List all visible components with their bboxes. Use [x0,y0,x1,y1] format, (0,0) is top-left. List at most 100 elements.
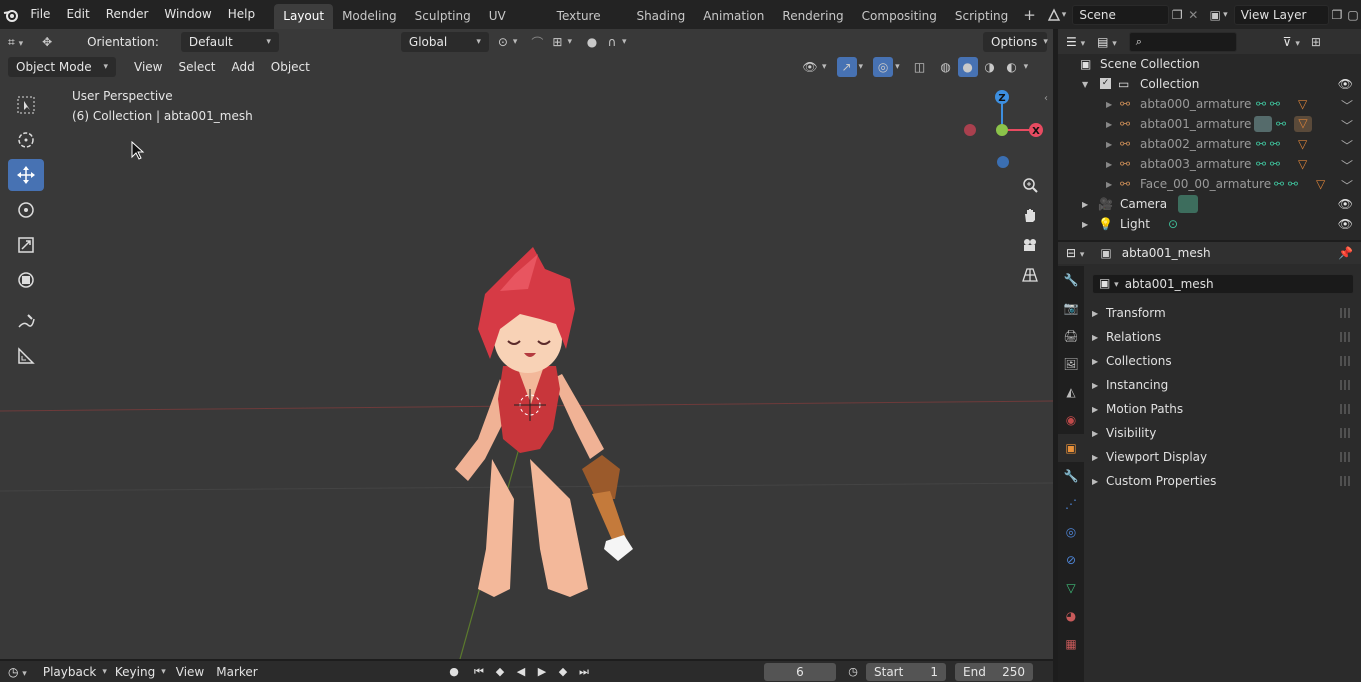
delete-view-layer-icon[interactable]: ▢ [1345,5,1361,25]
scene-name-field[interactable]: Scene [1072,4,1170,25]
rendered-shading-icon[interactable]: ◐ [1002,57,1022,77]
tab-compositing[interactable]: Compositing [853,4,946,29]
panel-motion-paths[interactable]: ▶ Motion Paths [1092,398,1354,420]
outliner-row-abta002[interactable]: ▶ ⚯ abta002_armature ⚯ ⚯ ▽ ﹀ [1058,134,1361,154]
select-box-tool[interactable] [8,89,44,121]
sidebar-toggle-icon[interactable]: ‹ [1044,93,1048,104]
drag-handle-icon[interactable] [1340,308,1352,318]
editor-type-icon[interactable]: ⌗ ▾ [0,32,29,52]
next-keyframe-icon[interactable]: ◆ [553,663,573,681]
timeline-editor-icon[interactable]: ◷ ▾ [0,662,33,682]
hide-toggle-icon[interactable]: ﹀ [1341,157,1353,174]
gizmo-toggle-icon[interactable]: ↗ [836,57,857,77]
add-workspace-icon[interactable]: + [1017,6,1042,24]
tab-sculpting[interactable]: Sculpting [406,4,480,29]
jump-start-icon[interactable]: ⏮ [469,663,489,681]
new-view-layer-icon[interactable]: ❐ [1329,5,1345,25]
play-reverse-icon[interactable]: ◀ [511,663,531,681]
tab-uv-editing[interactable]: UV Editing [480,4,548,48]
constraints-tab-icon[interactable]: ⊘ [1058,546,1084,574]
mesh-data-icon[interactable]: ▽ [1298,157,1307,171]
blender-logo-icon[interactable] [0,0,22,29]
cursor-tool-icon[interactable] [8,124,44,156]
panel-visibility[interactable]: ▶ Visibility [1092,422,1354,444]
outliner-row-abta001[interactable]: ▶ ⚯ abta001_armature ⚯ ▽ ﹀ [1058,114,1361,134]
current-frame-field[interactable]: 6 [764,662,836,681]
snap-target-icon[interactable]: ⊞ [547,32,567,52]
menu-render[interactable]: Render [98,0,157,29]
panel-instancing[interactable]: ▶ Instancing [1092,374,1354,396]
new-scene-icon[interactable]: ❐ [1169,5,1185,25]
eye-icon[interactable]: 👁 [1338,77,1353,91]
expand-arrow-icon[interactable]: ▶ [1082,220,1088,229]
menu-add[interactable]: Add [226,57,261,77]
menu-select[interactable]: Select [172,57,221,77]
outliner-row-abta003[interactable]: ▶ ⚯ abta003_armature ⚯ ⚯ ▽ ﹀ [1058,154,1361,174]
record-icon[interactable]: ● [444,663,464,681]
light-data-icon[interactable]: ⊙ [1168,217,1178,231]
falloff-icon[interactable]: ∩ [602,32,622,52]
pose-icon[interactable]: ⚯ [1276,117,1286,131]
view-layer-icon[interactable]: ▣ [1207,5,1223,25]
hide-toggle-icon[interactable]: ﹀ [1341,177,1353,194]
mesh-data-icon[interactable]: ▽ [1298,97,1307,111]
drag-handle-icon[interactable] [1340,428,1352,438]
object-tab-icon[interactable]: ▣ [1058,434,1084,462]
timeline-marker-menu[interactable]: Marker [210,665,263,679]
texture-tab-icon[interactable]: ▦ [1058,630,1084,658]
hide-toggle-icon[interactable]: ﹀ [1341,97,1353,114]
outliner-scene-collection-row[interactable]: ▣ Scene Collection [1058,54,1361,74]
output-tab-icon[interactable]: 🖨 [1058,322,1084,350]
mode-dropdown[interactable]: Object Mode ▾ [8,57,116,77]
panel-collections[interactable]: ▶ Collections [1092,350,1354,372]
world-tab-icon[interactable]: ◉ [1058,406,1084,434]
outliner-collection-row[interactable]: ▼ ✓ ▭ Collection 👁 [1058,74,1361,94]
overlays-icon[interactable]: ◎ [873,57,894,77]
expand-arrow-icon[interactable]: ▶ [1106,160,1112,169]
play-icon[interactable]: ▶ [532,663,552,681]
pivot-point-icon[interactable]: ⊙ [493,32,513,52]
annotate-tool-icon[interactable] [8,305,44,337]
expand-arrow-icon[interactable]: ▶ [1106,100,1112,109]
solid-shading-icon[interactable]: ● [957,57,978,77]
object-name-input[interactable]: ▣ ▾ abta001_mesh [1092,274,1354,294]
measure-tool-icon[interactable] [8,340,44,372]
menu-window[interactable]: Window [156,0,219,29]
ortho-grid-icon[interactable] [1016,261,1044,289]
drag-handle-icon[interactable] [1340,332,1352,342]
expand-arrow-icon[interactable]: ▼ [1082,80,1088,89]
tab-shading[interactable]: Shading [627,4,694,29]
tab-scripting[interactable]: Scripting [946,4,1017,29]
tab-texture-paint[interactable]: Texture Paint [548,4,628,48]
drag-handle-icon[interactable] [1340,380,1352,390]
pose-icon[interactable]: ⚯ ⚯ [1256,137,1280,151]
scale-tool-icon[interactable] [8,229,44,261]
xray-icon[interactable]: ◫ [910,57,930,77]
menu-help[interactable]: Help [220,0,263,29]
pan-hand-icon[interactable] [1016,201,1044,229]
drag-handle-icon[interactable] [1340,356,1352,366]
scene-tab-icon[interactable]: ◭ [1058,378,1084,406]
start-frame-field[interactable]: Start 1 [866,662,946,681]
eye-icon[interactable]: 👁 [1338,197,1353,211]
panel-custom-properties[interactable]: ▶ Custom Properties [1092,470,1354,492]
physics-tab-icon[interactable]: ◎ [1058,518,1084,546]
data-tab-icon[interactable]: ▽ [1058,574,1084,602]
expand-arrow-icon[interactable]: ▶ [1106,120,1112,129]
pose-icon[interactable]: ⚯ ⚯ [1256,97,1280,111]
outliner-editor-icon[interactable]: ☰ ▾ [1058,32,1091,52]
clock-icon[interactable]: ◷ [843,663,863,681]
expand-arrow-icon[interactable]: ▶ [1106,140,1112,149]
visibility-icon[interactable]: 👁 [800,57,820,77]
pin-icon[interactable]: 📌 [1338,246,1353,260]
camera-view-icon[interactable] [1016,231,1044,259]
menu-object[interactable]: Object [265,57,316,77]
outliner-row-light[interactable]: ▶ 💡 Light ⊙ 👁 [1058,214,1361,234]
wireframe-shading-icon[interactable]: ◍ [936,57,956,77]
expand-arrow-icon[interactable]: ▶ [1106,180,1112,189]
tab-rendering[interactable]: Rendering [773,4,852,29]
new-collection-icon[interactable]: ⊞ [1306,32,1326,52]
tab-layout[interactable]: Layout [274,4,334,29]
outliner-search-input[interactable]: ⌕ [1128,31,1237,52]
outliner-row-camera[interactable]: ▶ 🎥 Camera 👁 [1058,194,1361,214]
